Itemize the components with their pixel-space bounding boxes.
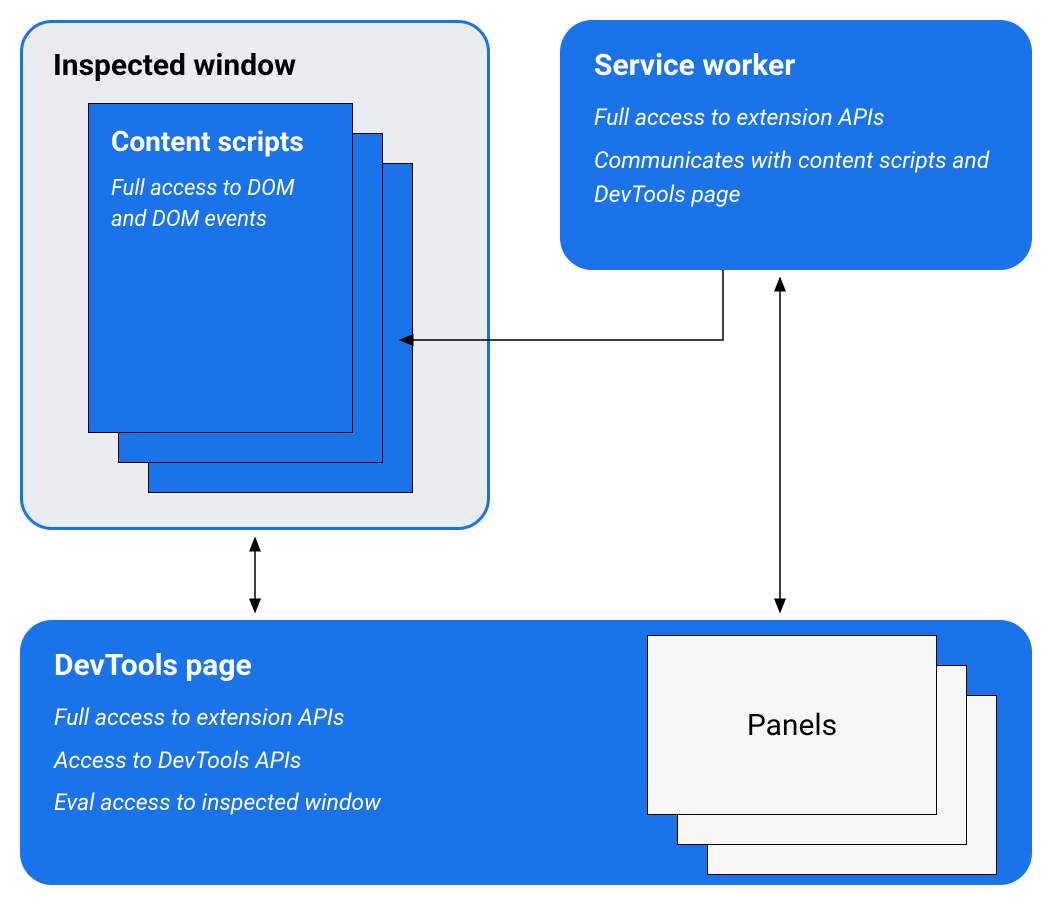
- content-scripts-title: Content scripts: [111, 124, 330, 159]
- service-worker-desc1: Full access to extension APIs: [594, 101, 998, 134]
- inspected-window-title: Inspected window: [53, 48, 457, 83]
- content-scripts-card-front: Content scripts Full access to DOM and D…: [88, 103, 353, 433]
- service-worker-title: Service worker: [594, 48, 998, 83]
- content-scripts-desc: Full access to DOM and DOM events: [111, 174, 330, 236]
- service-worker-box: Service worker Full access to extension …: [560, 20, 1032, 270]
- panel-card-front: Panels: [647, 635, 937, 815]
- panels-label: Panels: [747, 708, 837, 743]
- architecture-diagram: Inspected window Content scripts Full ac…: [0, 0, 1053, 904]
- panels-stack: Panels: [647, 635, 987, 870]
- content-scripts-stack: Content scripts Full access to DOM and D…: [88, 103, 398, 493]
- inspected-window-box: Inspected window Content scripts Full ac…: [20, 20, 490, 530]
- service-worker-desc2: Communicates with content scripts and De…: [594, 144, 998, 211]
- devtools-page-box: DevTools page Full access to extension A…: [20, 620, 1032, 885]
